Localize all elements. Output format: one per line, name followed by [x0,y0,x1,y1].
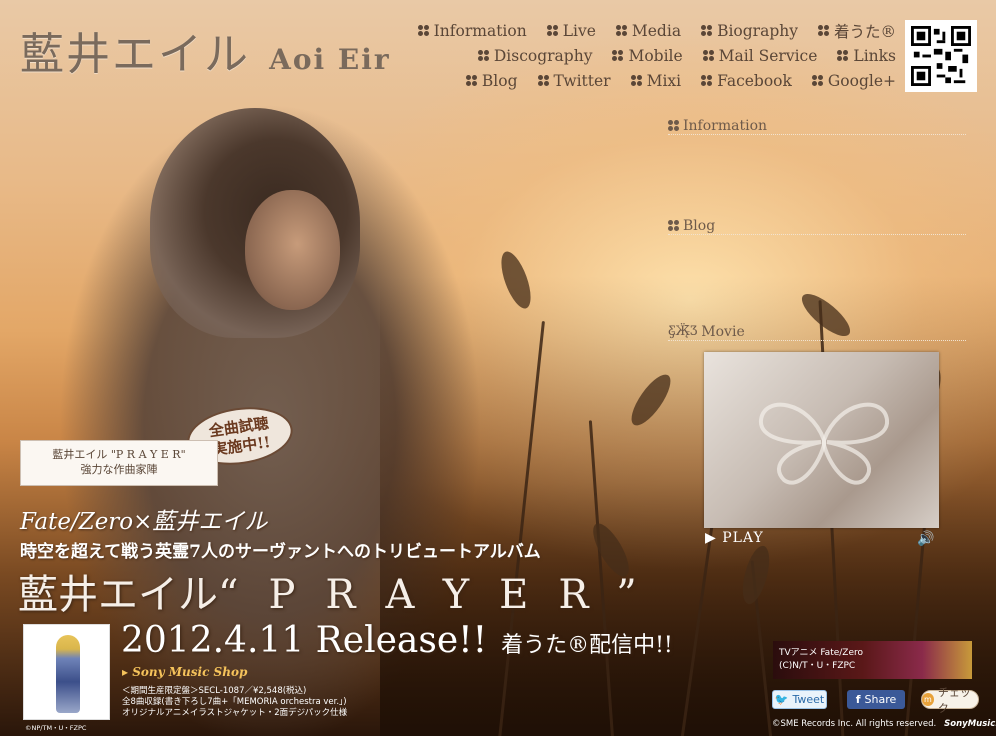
nav-item-biography[interactable]: Biography [701,18,798,43]
nav-item-google-plus[interactable]: Google+ [811,68,896,93]
release-date: 2012.4.11 Release!! 着うた®配信中!! [121,620,673,661]
nav-item-media[interactable]: Media [615,18,681,43]
nav-item-mail-service[interactable]: Mail Service [702,43,817,68]
promo-tagline: Fate/Zero×藍井エイル [20,509,268,535]
album-name: “PRAYER” [218,572,667,618]
nav-item-facebook[interactable]: Facebook [701,68,792,93]
qr-code-icon [911,26,971,86]
nav-item-mobile[interactable]: Mobile [612,43,683,68]
mixi-check-button[interactable]: m チェック [921,686,979,715]
flower-bullet-icon [668,220,679,231]
album-artist: 藍井エイル [18,572,218,618]
sony-music-logo: SonyMusic. [944,719,996,729]
nav-item-links[interactable]: Links [837,43,896,68]
main-nav: Information Live Media Biography 着うた® Di… [417,18,896,93]
flower-bullet-icon [630,75,642,86]
flower-bullet-icon [701,75,713,86]
blog-heading[interactable]: Blog [668,217,966,235]
facebook-share-button[interactable]: f Share [847,690,905,709]
butterfly-icon: Ƹ̵̡Ӝ̵̨̄Ʒ [668,324,698,339]
flower-bullet-icon [612,50,624,61]
site-logo[interactable]: 藍井エイル Aoi Eir [20,18,391,82]
movie-player[interactable] [704,352,939,528]
nav-row: Discography Mobile Mail Service Links [426,43,896,68]
jacket-caption: ©NP/TM・U・FZPC [25,724,87,732]
nav-item-live[interactable]: Live [546,18,596,43]
flower-bullet-icon [811,75,823,86]
logo-english: Aoi Eir [269,43,391,76]
chakuuta-note: 着うた®配信中!! [501,633,673,658]
nav-item-mixi[interactable]: Mixi [630,68,681,93]
flower-bullet-icon [701,25,713,36]
nav-item-information[interactable]: Information [417,18,527,43]
speaker-icon[interactable]: 🔊 [917,531,934,547]
butterfly-logo-icon [758,402,890,485]
movie-heading: Ƹ̵̡Ӝ̵̨̄Ʒ Movie [668,323,966,341]
nav-item-blog[interactable]: Blog [465,68,518,93]
promo-subline: 時空を超えて戦う英霊7人のサーヴァントへのトリビュートアルバム [20,542,541,562]
mixi-icon: m [922,693,934,706]
nav-row: Blog Twitter Mixi Facebook Google+ [426,68,896,93]
nav-item-discography[interactable]: Discography [477,43,592,68]
information-heading[interactable]: Information [668,117,966,135]
flower-bullet-icon [465,75,477,86]
fate-zero-banner[interactable]: TVアニメ Fate/Zero (C)N/T・U・FZPC [773,641,972,679]
tweet-button[interactable]: 🐦 Tweet [772,690,827,709]
flower-bullet-icon [537,75,549,86]
album-jacket[interactable] [23,624,110,720]
copyright-notice: ©SME Records Inc. All rights reserved. So… [772,719,996,729]
nav-item-twitter[interactable]: Twitter [537,68,611,93]
play-button[interactable]: ▶ PLAY [705,530,764,546]
face [245,190,340,310]
flower-bullet-icon [668,120,679,131]
release-details: ＜期間生産限定盤＞SECL-1087／¥2,548(税込) 全8曲収録(書き下ろ… [122,686,348,718]
nav-item-chakuuta[interactable]: 着うた® [817,18,896,43]
promo-card[interactable]: 藍井エイル "P R A Y E R" 強力な作曲家陣 [20,440,218,486]
flower-bullet-icon [477,50,489,61]
flower-bullet-icon [417,25,429,36]
flower-bullet-icon [615,25,627,36]
album-title: 藍井エイル“PRAYER” [18,562,667,620]
qr-code [905,20,977,92]
flower-bullet-icon [546,25,558,36]
jacket-artwork [56,635,80,713]
facebook-icon: f [855,693,861,706]
flower-bullet-icon [837,50,849,61]
nav-row: Information Live Media Biography 着うた® [417,18,896,43]
flower-bullet-icon [817,25,829,36]
twitter-bird-icon: 🐦 [774,693,789,706]
flower-bullet-icon [702,50,714,61]
logo-japanese: 藍井エイル [20,29,250,80]
sony-music-shop-link[interactable]: ▸ Sony Music Shop [122,665,247,679]
